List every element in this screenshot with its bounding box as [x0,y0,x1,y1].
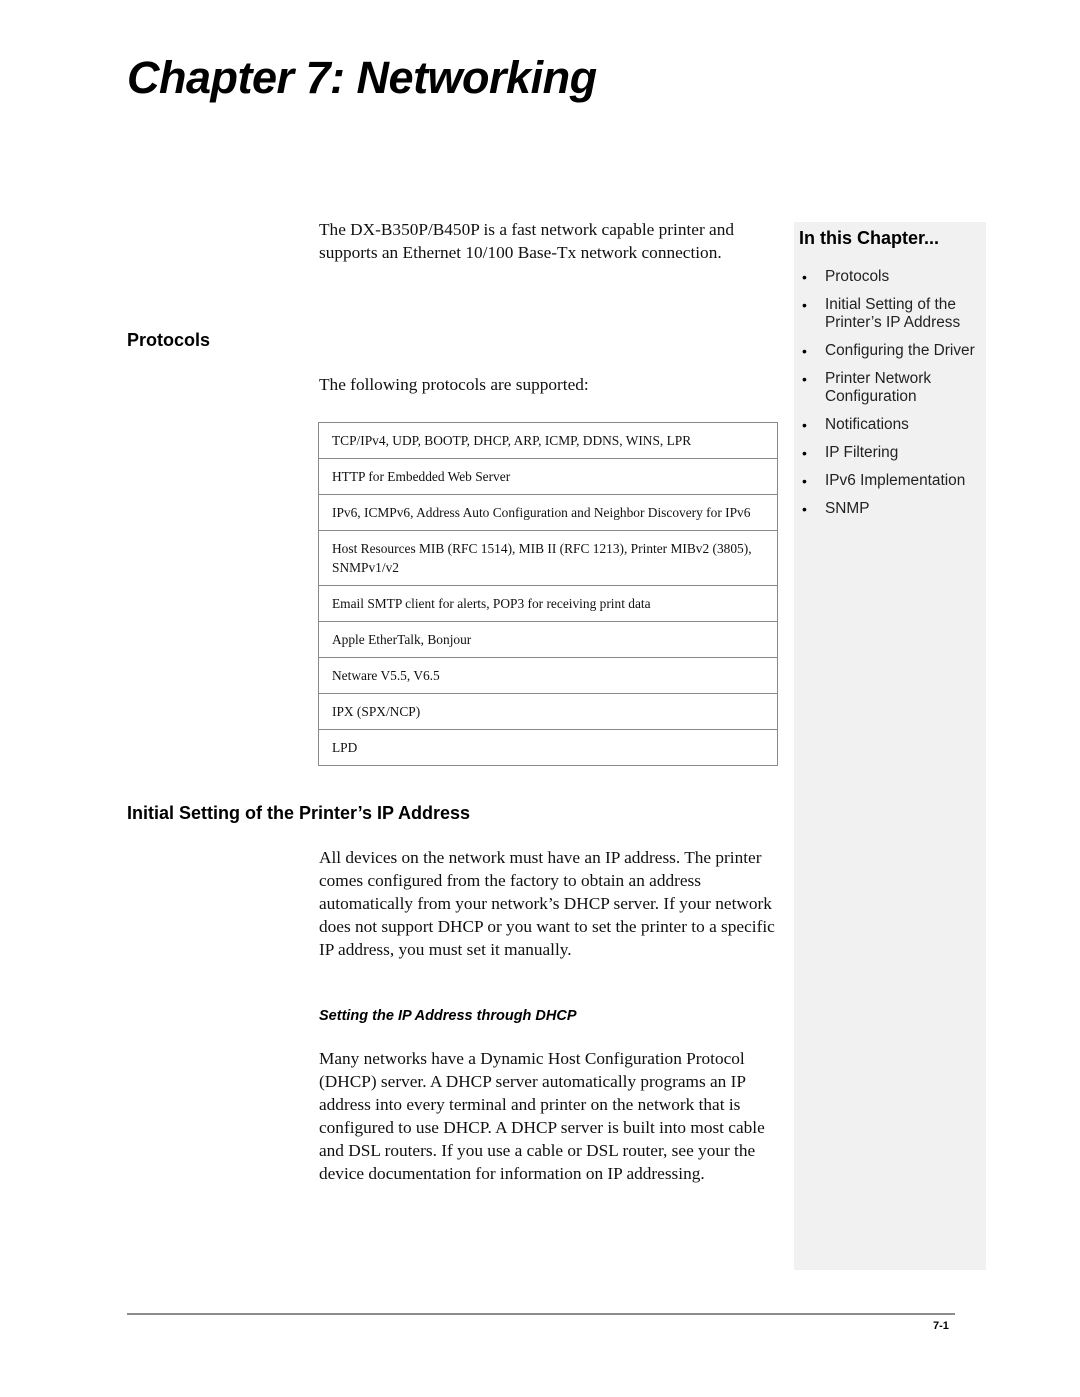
table-cell: Host Resources MIB (RFC 1514), MIB II (R… [318,530,778,586]
sidebar-item-configuring-driver: • Configuring the Driver [794,342,986,360]
sidebar-item-ipv6: • IPv6 Implementation [794,472,986,490]
bullet-icon: • [802,501,807,517]
sidebar-item-label: SNMP [825,500,870,517]
table-cell: IPX (SPX/NCP) [318,693,778,730]
ip-address-heading: Initial Setting of the Printer’s IP Addr… [127,803,471,823]
protocols-intro: The following protocols are supported: [319,375,589,394]
table-cell: Email SMTP client for alerts, POP3 for r… [318,585,778,622]
sidebar-item-label: Notifications [825,416,909,433]
ip-address-paragraph: All devices on the network must have an … [319,848,775,959]
footer-divider [127,1313,955,1315]
sidebar-title: In this Chapter... [799,228,940,248]
bullet-icon: • [802,371,807,387]
sidebar-item-network-configuration: • Printer Network Configuration [794,370,986,406]
table-cell: HTTP for Embedded Web Server [318,458,778,495]
sidebar-item-label: Protocols [825,268,890,285]
sidebar-item-notifications: • Notifications [794,416,986,434]
table-row: Host Resources MIB (RFC 1514), MIB II (R… [318,530,778,586]
table-row: Netware V5.5, V6.5 [318,657,778,694]
sidebar-item-label: Printer Network Configuration [825,370,932,405]
sidebar-item-label: Configuring the Driver [825,342,975,359]
sidebar-item-ip-filtering: • IP Filtering [794,444,986,462]
chapter-contents-sidebar: In this Chapter... • Protocols • Initial S… [794,222,986,1270]
sidebar-item-label: Initial Setting of the Printer’s IP Addr… [825,296,961,331]
protocols-table: TCP/IPv4, UDP, BOOTP, DHCP, ARP, ICMP, D… [318,422,778,766]
table-row: Apple EtherTalk, Bonjour [318,621,778,658]
table-row: LPD [318,729,778,766]
table-row: Email SMTP client for alerts, POP3 for r… [318,585,778,622]
table-cell: Netware V5.5, V6.5 [318,657,778,694]
page-number: 7-1 [933,1320,949,1332]
table-row: IPv6, ICMPv6, Address Auto Configuration… [318,494,778,531]
sidebar-item-protocols: • Protocols [794,268,986,286]
intro-paragraph: The DX-B350P/B450P is a fast network cap… [319,220,734,262]
protocols-heading: Protocols [127,330,211,350]
sidebar-item-initial-setting: • Initial Setting of the Printer’s IP Add… [794,296,986,332]
bullet-icon: • [802,417,807,433]
sidebar-item-label: IP Filtering [825,444,899,461]
sidebar-list: • Protocols • Initial Setting of the Print… [794,268,986,528]
dhcp-paragraph: Many networks have a Dynamic Host Config… [319,1049,765,1183]
table-cell: TCP/IPv4, UDP, BOOTP, DHCP, ARP, ICMP, D… [332,433,692,448]
dhcp-subheading: Setting the IP Address through DHCP [319,1008,577,1024]
table-cell: Apple EtherTalk, Bonjour [318,621,778,658]
bullet-icon: • [802,297,807,313]
bullet-icon: • [802,473,807,489]
sidebar-item-label: IPv6 Implementation [825,472,966,489]
sidebar-item-snmp: • SNMP [794,500,986,518]
bullet-icon: • [802,269,807,285]
table-row: TCP/IPv4, UDP, BOOTP, DHCP, ARP, ICMP, D… [319,423,778,459]
table-row: HTTP for Embedded Web Server [318,458,778,495]
table-cell: IPv6, ICMPv6, Address Auto Configuration… [318,494,778,531]
bullet-icon: • [802,445,807,461]
bullet-icon: • [802,343,807,359]
table-cell: LPD [318,729,778,766]
chapter-title: Chapter 7: Networking [127,52,597,103]
table-row: IPX (SPX/NCP) [318,693,778,730]
